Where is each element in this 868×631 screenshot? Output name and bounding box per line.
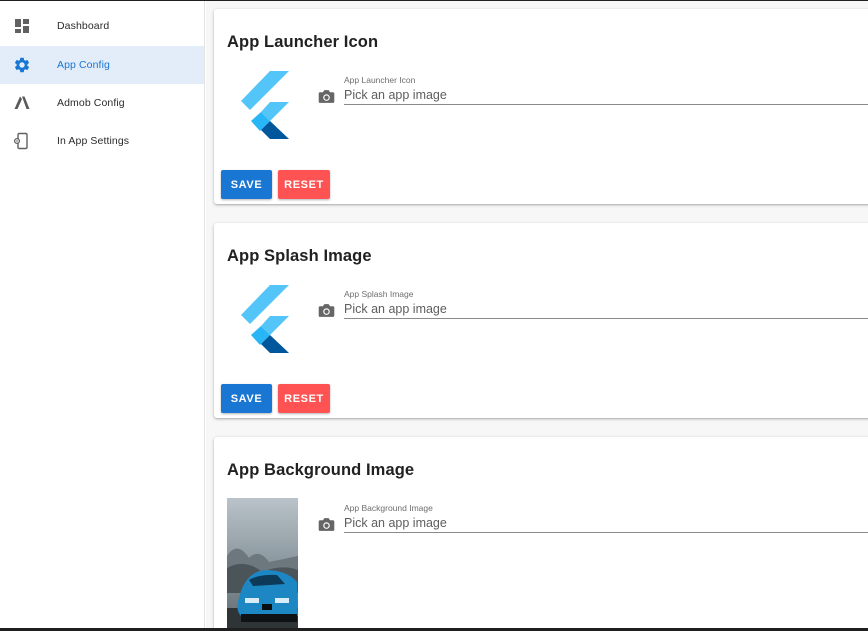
card-title: App Splash Image — [227, 247, 372, 265]
card-title: App Background Image — [227, 461, 415, 479]
sidebar-item-label: App Config — [57, 59, 110, 71]
image-picker-input[interactable] — [344, 299, 868, 319]
camera-icon[interactable] — [318, 89, 335, 104]
card-app-launcher-icon: App Launcher Icon App Launcher Icon SAVE… — [214, 9, 868, 204]
car-background-image — [227, 498, 298, 628]
flutter-logo-image — [241, 71, 289, 139]
field-label: App Background Image — [344, 503, 433, 513]
save-button[interactable]: SAVE — [221, 384, 272, 413]
app-launcher-icon-field: App Launcher Icon — [318, 71, 868, 111]
dashboard-icon — [15, 19, 29, 33]
card-title: App Launcher Icon — [227, 33, 379, 51]
card-app-background-image: App Background Image App Background Imag… — [214, 437, 868, 628]
sidebar-item-in-app-settings[interactable]: In App Settings — [0, 122, 204, 160]
field-label: App Launcher Icon — [344, 75, 416, 85]
save-button[interactable]: SAVE — [221, 170, 272, 199]
sidebar-item-label: Dashboard — [57, 20, 110, 32]
app-splash-image-field: App Splash Image — [318, 285, 868, 325]
card-app-splash-image: App Splash Image App Splash Image SAVE R… — [214, 223, 868, 418]
phone-settings-icon — [13, 132, 28, 150]
sidebar-item-label: Admob Config — [57, 97, 125, 109]
app-background-image-field: App Background Image — [318, 499, 868, 539]
main-content: App Launcher Icon App Launcher Icon SAVE… — [206, 1, 868, 628]
field-label: App Splash Image — [344, 289, 414, 299]
camera-icon[interactable] — [318, 303, 335, 318]
sidebar-item-dashboard[interactable]: Dashboard — [0, 7, 204, 45]
reset-button[interactable]: RESET — [278, 170, 330, 199]
admob-icon — [14, 96, 30, 109]
sidebar-item-app-config[interactable]: App Config — [0, 46, 204, 84]
sidebar-item-label: In App Settings — [57, 135, 130, 147]
reset-button[interactable]: RESET — [278, 384, 330, 413]
flutter-logo-image — [241, 285, 289, 353]
image-picker-input[interactable] — [344, 513, 868, 533]
camera-icon[interactable] — [318, 517, 335, 532]
gear-icon — [14, 57, 30, 73]
image-picker-input[interactable] — [344, 85, 868, 105]
sidebar: Dashboard App Config Admob Config In App… — [0, 1, 205, 628]
sidebar-item-admob-config[interactable]: Admob Config — [0, 84, 204, 122]
